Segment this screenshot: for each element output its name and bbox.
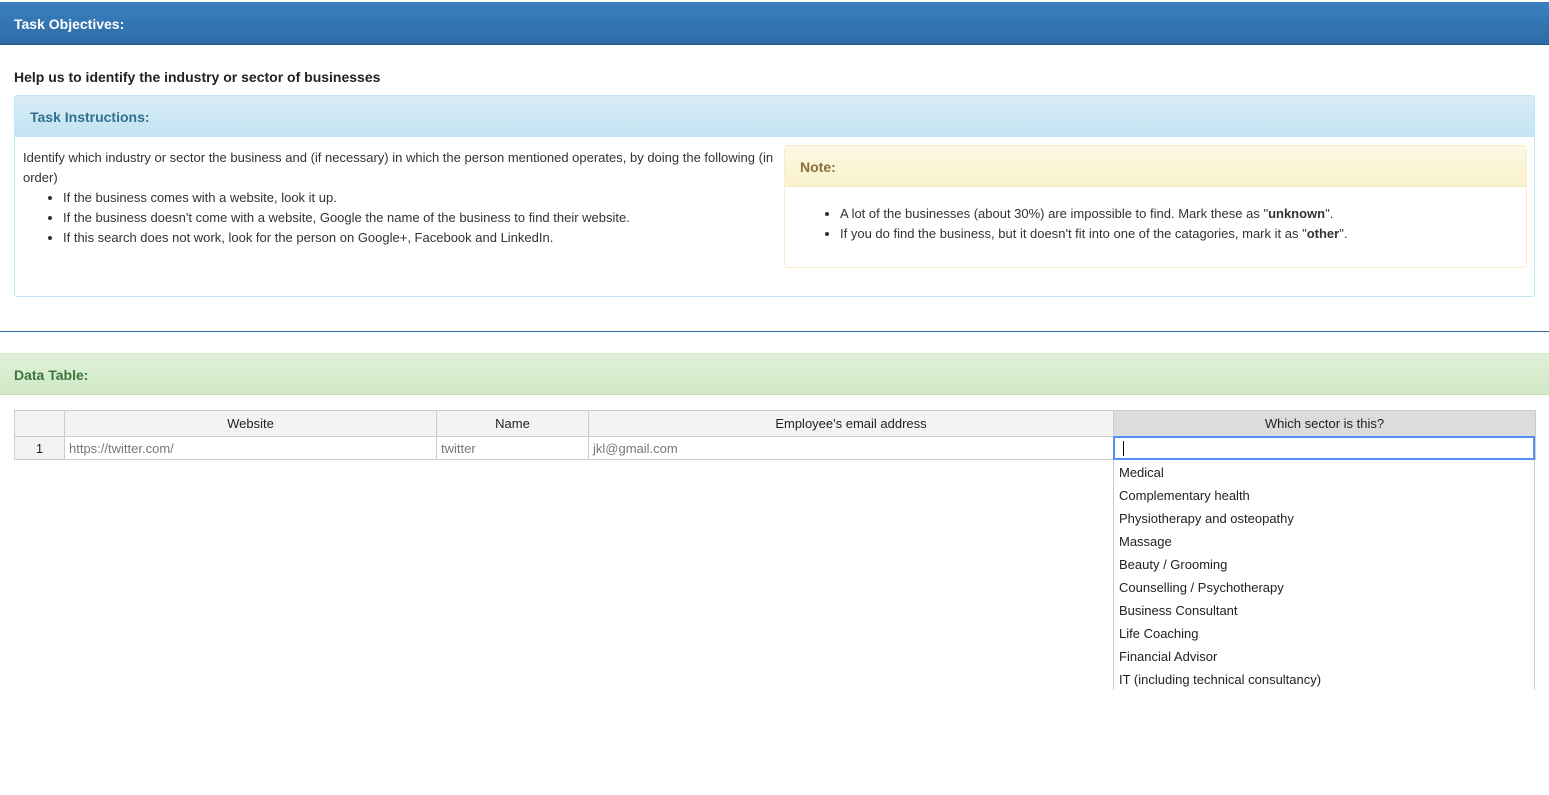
note-panel: Note: A lot of the businesses (about 30%… — [784, 145, 1527, 268]
column-header-email[interactable]: Employee's email address — [588, 410, 1114, 437]
task-instructions-panel: Task Instructions: Identify which indust… — [14, 95, 1535, 297]
sector-option[interactable]: Financial Advisor — [1114, 645, 1534, 668]
sector-option[interactable]: Physiotherapy and osteopathy — [1114, 507, 1534, 530]
sector-option[interactable]: Life Coaching — [1114, 622, 1534, 645]
instructions-body: Identify which industry or sector the bu… — [23, 148, 775, 248]
task-objectives-header: Task Objectives: — [0, 2, 1549, 45]
sector-option[interactable]: Complementary health — [1114, 484, 1534, 507]
column-header-website[interactable]: Website — [64, 410, 437, 437]
column-header-name[interactable]: Name — [436, 410, 589, 437]
sector-option[interactable]: Business Consultant — [1114, 599, 1534, 622]
name-cell[interactable]: twitter — [436, 436, 589, 460]
sector-option[interactable]: Massage — [1114, 530, 1534, 553]
note-body: A lot of the businesses (about 30%) are … — [785, 187, 1526, 244]
website-cell[interactable]: https://twitter.com/ — [64, 436, 437, 460]
sector-option[interactable]: Beauty / Grooming — [1114, 553, 1534, 576]
note-item: If you do find the business, but it does… — [840, 224, 1526, 244]
data-table-header: Data Table: — [0, 353, 1549, 395]
corner-header — [14, 410, 65, 437]
instruction-step: If this search does not work, look for t… — [63, 228, 775, 248]
instructions-intro: Identify which industry or sector the bu… — [23, 150, 774, 185]
sector-option[interactable]: Medical — [1114, 461, 1534, 484]
section-divider — [0, 331, 1549, 332]
sector-dropdown[interactable]: Medical Complementary health Physiothera… — [1113, 460, 1535, 690]
note-header: Note: — [785, 146, 1526, 187]
text-caret — [1123, 441, 1124, 456]
instruction-step: If the business doesn't come with a webs… — [63, 208, 775, 228]
instructions-steps: If the business comes with a website, lo… — [23, 188, 775, 248]
email-cell[interactable]: jkl@gmail.com — [588, 436, 1114, 460]
objective-text: Help us to identify the industry or sect… — [14, 69, 381, 85]
instruction-step: If the business comes with a website, lo… — [63, 188, 775, 208]
sector-option[interactable]: Counselling / Psychotherapy — [1114, 576, 1534, 599]
sector-option[interactable]: IT (including technical consultancy) — [1114, 668, 1534, 690]
row-number[interactable]: 1 — [14, 436, 65, 460]
note-item: A lot of the businesses (about 30%) are … — [840, 204, 1526, 224]
column-header-sector[interactable]: Which sector is this? — [1113, 410, 1536, 437]
sector-editor-input[interactable] — [1113, 436, 1535, 460]
task-instructions-header: Task Instructions: — [15, 96, 1534, 137]
